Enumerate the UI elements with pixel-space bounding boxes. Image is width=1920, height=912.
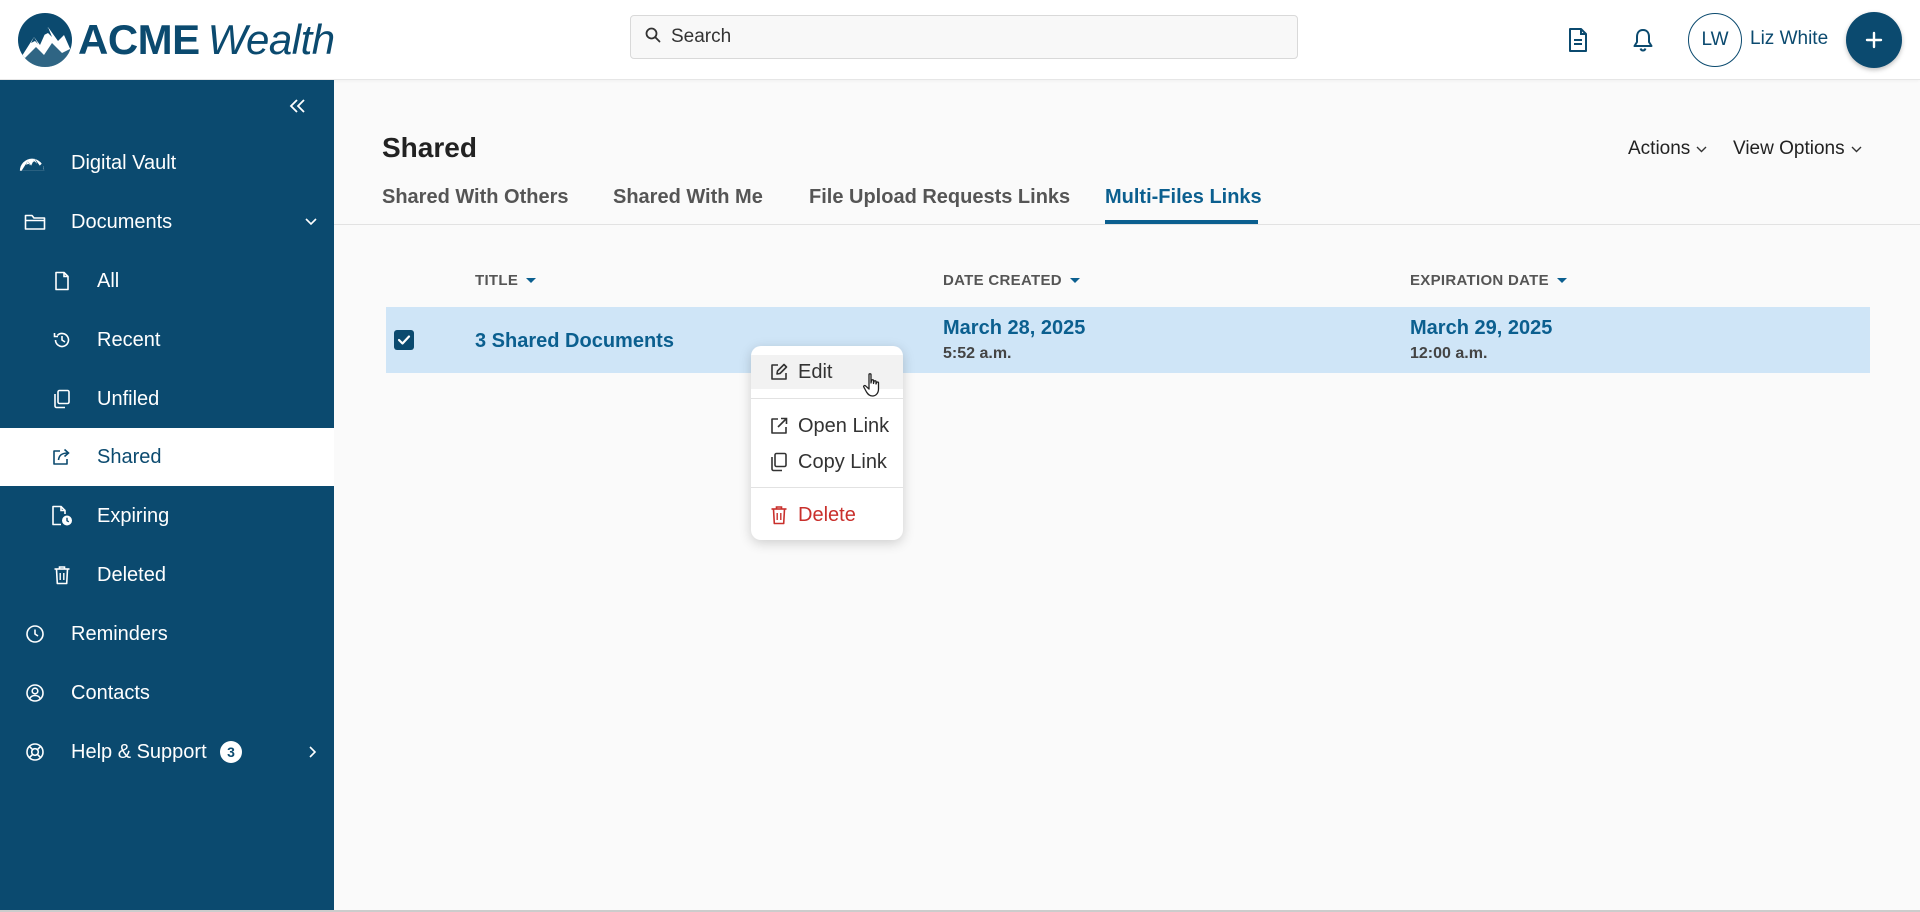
time-created-value: 5:52 a.m. [943,345,1012,362]
sidebar-item-digital-vault[interactable]: Digital Vault [0,134,334,192]
search-box[interactable] [630,15,1298,59]
document-icon[interactable] [1560,22,1596,58]
sidebar-item-documents[interactable]: Documents [0,193,334,251]
brand-name-bold: ACME [78,16,200,63]
trash-icon [769,505,789,525]
mountain-logo-icon [18,13,72,67]
menu-divider [751,487,903,488]
sidebar-item-all[interactable]: All [0,252,334,310]
tab-shared-with-others[interactable]: Shared With Others [382,186,569,209]
sidebar-item-recent[interactable]: Recent [0,311,334,369]
menu-item-label: Edit [798,360,833,383]
search-input[interactable] [671,26,1271,48]
sort-caret-icon [1556,278,1567,283]
copy-icon [769,452,789,472]
search-icon [645,27,661,48]
sidebar-item-expiring[interactable]: Expiring [0,487,334,545]
column-header-title[interactable]: TITLE [475,272,537,289]
sidebar-item-label: Shared [97,445,162,468]
menu-item-copy-link[interactable]: Copy Link [751,445,903,479]
sidebar-item-label: Unfiled [97,387,160,410]
tab-file-upload-requests-links[interactable]: File Upload Requests Links [809,186,1070,209]
row-title-link[interactable]: 3 Shared Documents [475,330,674,353]
chevron-down-icon [302,213,320,231]
edit-icon [769,362,789,382]
external-link-icon [769,416,789,436]
sidebar-item-label: Reminders [71,622,168,645]
expiration-time-value: 12:00 a.m. [1410,345,1488,362]
copy-icon [49,386,75,412]
sidebar-item-help-support[interactable]: Help & Support 3 [0,723,334,781]
sidebar-item-reminders[interactable]: Reminders [0,605,334,663]
menu-item-label: Copy Link [798,450,887,473]
view-options-dropdown[interactable]: View Options [1733,138,1862,160]
sort-caret-icon [1069,278,1080,283]
date-created-value: March 28, 2025 [943,317,1086,339]
tabs-divider [334,224,1920,225]
expiration-date-value: March 29, 2025 [1410,317,1553,339]
trash-icon [49,562,75,588]
sort-caret-icon [526,278,537,283]
history-icon [49,327,75,353]
lifebuoy-icon [22,739,48,765]
mountain-logo-icon [19,150,45,176]
avatar[interactable]: LW [1688,13,1742,67]
file-clock-icon [49,503,75,529]
user-circle-icon [22,680,48,706]
plus-icon [1865,31,1883,49]
sidebar-item-label: Recent [97,328,161,351]
menu-item-delete[interactable]: Delete [751,498,903,532]
bell-icon[interactable] [1625,22,1661,58]
sidebar-item-deleted[interactable]: Deleted [0,546,334,604]
tab-shared-with-me[interactable]: Shared With Me [613,186,763,209]
sidebar-item-label: Expiring [97,504,170,527]
column-header-date-created[interactable]: DATE CREATED [943,272,1080,289]
chevron-down-icon [1851,146,1862,152]
sidebar-item-label: Help & Support [71,740,207,763]
chevron-down-icon [1696,146,1707,152]
user-name[interactable]: Liz White [1750,28,1828,50]
sidebar-item-label: Deleted [97,563,166,586]
sidebar-item-shared[interactable]: Shared [0,428,334,486]
top-header: ACME Wealth LW Liz White [0,0,1920,80]
menu-item-label: Open Link [798,414,890,437]
actions-dropdown[interactable]: Actions [1628,138,1707,160]
column-header-expiration-date[interactable]: EXPIRATION DATE [1410,272,1567,289]
hand-cursor-icon [862,372,884,398]
tab-multi-files-links[interactable]: Multi-Files Links [1105,186,1262,209]
menu-divider [751,398,903,399]
file-icon [49,268,75,294]
sidebar-item-unfiled[interactable]: Unfiled [0,370,334,428]
checkmark-icon [397,335,411,345]
actions-label: Actions [1628,138,1691,159]
menu-item-label: Delete [798,503,856,526]
sidebar-item-label: Documents [71,210,173,233]
add-button[interactable] [1846,12,1902,68]
row-checkbox[interactable] [394,330,414,350]
sidebar-item-label: Contacts [71,681,150,704]
share-icon [49,444,75,470]
sidebar-item-label: Digital Vault [71,151,177,174]
collapse-sidebar-icon[interactable] [286,94,310,118]
menu-item-open-link[interactable]: Open Link [751,409,903,443]
notification-badge: 3 [220,741,242,763]
chevron-right-icon [304,743,322,761]
view-options-label: View Options [1733,138,1845,159]
sidebar-item-label: All [97,269,120,292]
column-header-label: DATE CREATED [943,272,1062,289]
column-header-label: EXPIRATION DATE [1410,272,1549,289]
sidebar: Digital Vault Documents All Recent Unfil… [0,80,334,912]
clock-icon [22,621,48,647]
page-title: Shared [382,132,477,163]
folder-icon [22,209,48,235]
column-header-label: TITLE [475,272,519,289]
brand-name: ACME Wealth [78,16,335,64]
brand-name-italic: Wealth [207,16,335,63]
sidebar-item-contacts[interactable]: Contacts [0,664,334,722]
brand-logo[interactable]: ACME Wealth [18,12,335,68]
